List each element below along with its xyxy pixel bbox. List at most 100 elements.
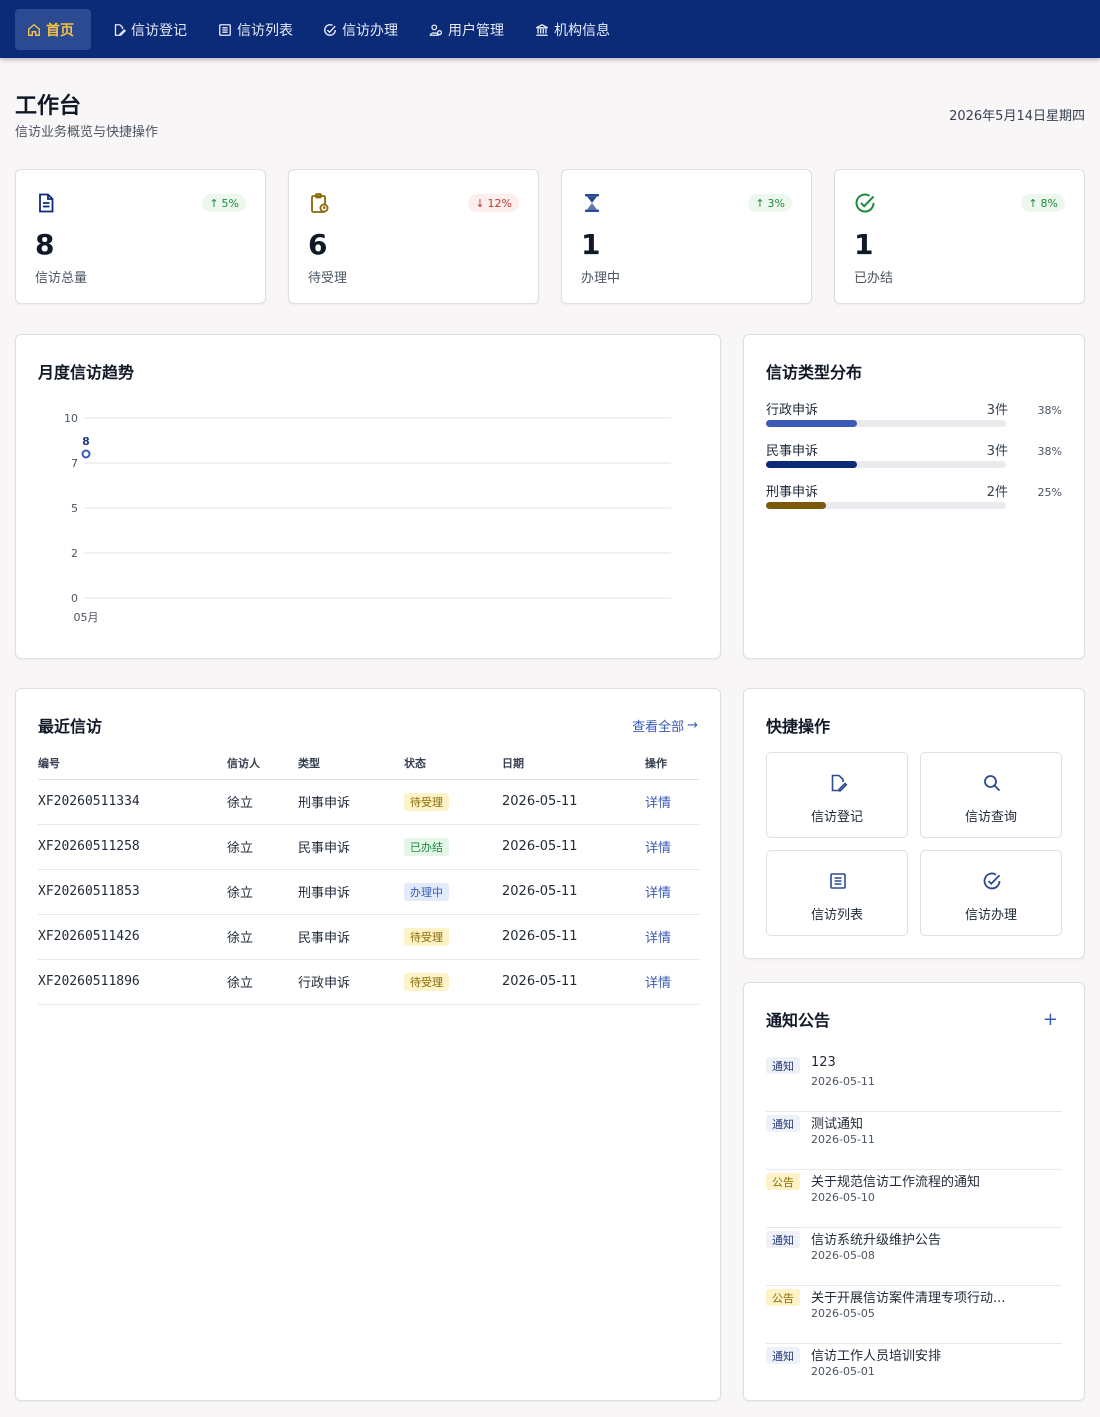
status-cell: 待受理 (404, 914, 502, 960)
petition-type: 民事申诉 (298, 824, 404, 870)
column-header: 编号 (38, 747, 227, 780)
table-row: XF20260511426 徐立 民事申诉 待受理 2026-05-11 详情 (38, 914, 699, 960)
trend-value: 5% (221, 196, 239, 210)
quick-actions-card: 快捷操作 信访登记 信访查询 信访列表 信访办理 (743, 688, 1085, 959)
stat-label: 信访总量 (35, 271, 88, 286)
view-all-label: 查看全部 (632, 720, 685, 735)
trend-value: 12% (487, 196, 512, 210)
action-cell: 详情 (645, 959, 699, 1005)
nav-label: 信访登记 (131, 22, 187, 39)
nav-org[interactable]: 机构信息 (523, 9, 622, 50)
notice-item[interactable]: 公告 关于规范信访工作流程的通知 2026-05-10 (766, 1170, 1062, 1228)
table-row: XF20260511896 徐立 行政申诉 待受理 2026-05-11 详情 (38, 959, 699, 1005)
quick-search-button[interactable]: 信访查询 (920, 752, 1062, 838)
add-notice-button[interactable]: + (1043, 1011, 1058, 1029)
home-icon (28, 23, 40, 36)
distribution-percent: 38% (1037, 404, 1062, 417)
notice-date: 2026-05-05 (811, 1307, 875, 1320)
notice-title: 信访系统升级维护公告 (811, 1233, 942, 1248)
trend-badge: ↑ 5% (202, 194, 246, 212)
document-icon (39, 193, 54, 213)
clipboard-clock-icon (311, 193, 329, 213)
distribution-track (766, 461, 1006, 468)
stat-label: 办理中 (581, 271, 621, 286)
check-circle-icon (983, 872, 1001, 890)
notice-item[interactable]: 通知 信访工作人员培训安排 2026-05-01 (766, 1344, 1062, 1402)
notice-item[interactable]: 通知 123 2026-05-11 (766, 1054, 1062, 1112)
status-badge: 待受理 (404, 792, 449, 811)
detail-link[interactable]: 详情 (645, 796, 671, 811)
quick-list-button[interactable]: 信访列表 (766, 850, 908, 936)
nav-register[interactable]: 信访登记 (100, 9, 199, 50)
file-edit-icon (114, 23, 126, 36)
y-tick-label: 2 (71, 547, 78, 560)
trend-badge: ↑ 3% (748, 194, 792, 212)
action-cell: 详情 (645, 869, 699, 915)
quick-action-label: 信访办理 (964, 908, 1017, 923)
column-header: 信访人 (227, 747, 298, 780)
view-all-link[interactable]: 查看全部 → (632, 716, 698, 735)
y-tick-label: 7 (71, 457, 78, 470)
quick-handle-button[interactable]: 信访办理 (920, 850, 1062, 936)
data-label: 8 (82, 435, 90, 448)
nav-list[interactable]: 信访列表 (206, 9, 305, 50)
status-cell: 待受理 (404, 779, 502, 825)
petition-date: 2026-05-11 (502, 869, 645, 915)
data-point (81, 449, 91, 459)
petition-date: 2026-05-11 (502, 914, 645, 960)
users-icon (429, 23, 443, 36)
distribution-percent: 38% (1037, 445, 1062, 458)
notice-title: 测试通知 (811, 1117, 864, 1132)
status-badge: 办理中 (404, 882, 449, 901)
notice-item[interactable]: 通知 信访系统升级维护公告 2026-05-08 (766, 1228, 1062, 1286)
notice-item[interactable]: 通知 测试通知 2026-05-11 (766, 1112, 1062, 1170)
recent-petitions-card: 最近信访 查看全部 → 编号 信访人 类型 状态 日期 操作 XF2026051… (15, 688, 721, 1401)
table-row: XF20260511853 徐立 刑事申诉 办理中 2026-05-11 详情 (38, 869, 699, 915)
petition-type: 刑事申诉 (298, 869, 404, 915)
detail-link[interactable]: 详情 (645, 886, 671, 901)
card-title: 快捷操作 (766, 717, 831, 736)
detail-link[interactable]: 详情 (645, 931, 671, 946)
column-header: 状态 (404, 747, 502, 780)
nav-label: 信访列表 (237, 22, 293, 39)
trend-chart: 10 7 5 2 0 05月 8 (64, 412, 671, 624)
stat-card-in-progress: ↑ 3% 1 办理中 (561, 169, 812, 304)
table-row: XF20260511334 徐立 刑事申诉 待受理 2026-05-11 详情 (38, 779, 699, 825)
action-cell: 详情 (645, 914, 699, 960)
detail-link[interactable]: 详情 (645, 841, 671, 856)
card-title: 信访类型分布 (766, 363, 863, 382)
notice-date: 2026-05-01 (811, 1365, 875, 1378)
stat-label: 已办结 (854, 271, 894, 286)
trend-value: 3% (767, 196, 785, 210)
y-tick-label: 0 (71, 592, 78, 605)
petition-code[interactable]: XF20260511334 (38, 779, 227, 825)
monthly-trend-card: 月度信访趋势 10 7 5 2 0 05月 8 (15, 334, 721, 659)
petition-date: 2026-05-11 (502, 959, 645, 1005)
nav-home[interactable]: 首页 (15, 9, 91, 50)
distribution-track (766, 502, 1006, 509)
table-header-row: 编号 信访人 类型 状态 日期 操作 (38, 747, 699, 780)
petition-code[interactable]: XF20260511426 (38, 914, 227, 960)
petition-code[interactable]: XF20260511896 (38, 959, 227, 1005)
file-edit-icon (831, 774, 848, 792)
petition-code[interactable]: XF20260511853 (38, 869, 227, 915)
quick-register-button[interactable]: 信访登记 (766, 752, 908, 838)
nav-handle[interactable]: 信访办理 (311, 9, 410, 50)
notice-item[interactable]: 公告 关于开展信访案件清理专项行动... 2026-05-05 (766, 1286, 1062, 1344)
page-title: 工作台 (15, 94, 82, 119)
petitioner: 徐立 (227, 959, 298, 1005)
petition-code[interactable]: XF20260511258 (38, 824, 227, 870)
distribution-name: 民事申诉 (766, 444, 819, 459)
action-cell: 详情 (645, 824, 699, 870)
petition-type: 刑事申诉 (298, 779, 404, 825)
nav-label: 用户管理 (448, 22, 504, 39)
stat-value: 1 (581, 228, 601, 261)
bank-icon (536, 23, 548, 36)
stat-value: 8 (35, 228, 55, 261)
petitioner: 徐立 (227, 824, 298, 870)
list-icon (830, 873, 846, 889)
notice-tag: 公告 (766, 1173, 800, 1190)
detail-link[interactable]: 详情 (645, 976, 671, 991)
stat-card-pending: ↓ 12% 6 待受理 (288, 169, 539, 304)
nav-users[interactable]: 用户管理 (417, 9, 516, 50)
